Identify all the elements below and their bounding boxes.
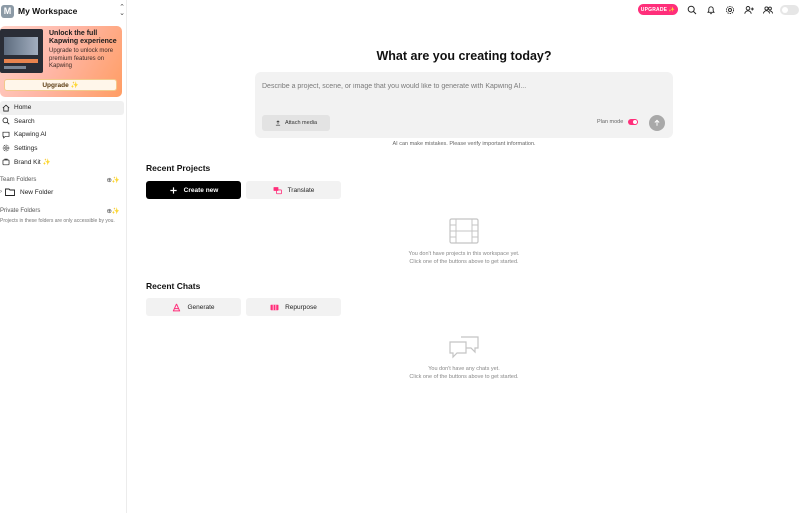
ai-disclaimer: AI can make mistakes. Please verify impo… bbox=[392, 141, 536, 147]
search-icon bbox=[1, 117, 10, 126]
private-folders-label: Private Folders bbox=[0, 208, 41, 214]
repurpose-icon bbox=[270, 303, 279, 312]
projects-empty-line2: Click one of the buttons above to get st… bbox=[409, 259, 519, 265]
send-button[interactable] bbox=[649, 115, 665, 131]
chevron-right-icon[interactable]: › bbox=[0, 189, 2, 195]
projects-empty-message: You don't have projects in this workspac… bbox=[360, 250, 568, 266]
translate-label: Translate bbox=[287, 186, 315, 194]
team-icon[interactable] bbox=[762, 4, 773, 15]
sidebar-item-label: Home bbox=[14, 104, 32, 112]
add-team-folder-icon[interactable]: ⊕✨ bbox=[106, 176, 120, 184]
generate-icon bbox=[172, 303, 181, 312]
add-private-folder-icon[interactable]: ⊕✨ bbox=[106, 207, 120, 215]
add-user-icon[interactable] bbox=[743, 4, 754, 15]
sidebar-item-label: Kapwing AI bbox=[14, 131, 47, 139]
home-icon bbox=[1, 103, 10, 112]
sidebar-item-search[interactable]: Search bbox=[0, 115, 124, 129]
upgrade-promo-card: Unlock the full Kapwing experience Upgra… bbox=[0, 26, 122, 97]
plus-icon bbox=[169, 186, 178, 195]
workspace-avatar: M bbox=[1, 4, 14, 18]
prompt-input[interactable] bbox=[262, 78, 662, 94]
chat-bubbles-icon bbox=[449, 336, 479, 360]
generate-label: Generate bbox=[187, 303, 215, 311]
promo-editor-thumbnail bbox=[0, 29, 43, 73]
sidebar-nav: Home Search Kapwing AI Settings Brand Ki… bbox=[0, 101, 124, 169]
create-new-label: Create new bbox=[183, 186, 219, 194]
page-title: What are you creating today? bbox=[376, 49, 552, 63]
upload-icon bbox=[275, 120, 281, 126]
film-strip-icon bbox=[449, 218, 479, 244]
private-folders-note: Projects in these folders are only acces… bbox=[0, 218, 115, 224]
folder-item-new-folder[interactable]: › New Folder bbox=[0, 188, 53, 196]
plan-mode-label: Plan mode bbox=[597, 119, 624, 125]
recent-projects-title: Recent Projects bbox=[146, 163, 211, 173]
repurpose-button[interactable]: Repurpose bbox=[246, 298, 341, 316]
theme-toggle[interactable] bbox=[780, 5, 799, 15]
sidebar-item-label: Search bbox=[14, 117, 35, 125]
upgrade-button[interactable]: UPGRADE ✨ bbox=[638, 4, 678, 15]
gear-icon bbox=[1, 144, 10, 153]
promo-upgrade-button[interactable]: Upgrade ✨ bbox=[4, 79, 117, 91]
translate-button[interactable]: Translate bbox=[246, 181, 341, 199]
promo-title: Unlock the full Kapwing experience bbox=[49, 30, 117, 45]
workspace-name: My Workspace bbox=[18, 6, 78, 16]
projects-empty-line1: You don't have projects in this workspac… bbox=[408, 251, 520, 257]
generate-button[interactable]: Generate bbox=[146, 298, 241, 316]
search-icon[interactable] bbox=[686, 4, 697, 15]
sidebar-item-settings[interactable]: Settings bbox=[0, 142, 124, 156]
workspace-switcher[interactable]: M My Workspace ⌃ ⌄ bbox=[0, 2, 127, 20]
recent-chats-title: Recent Chats bbox=[146, 281, 201, 291]
team-folders-label: Team Folders bbox=[0, 177, 37, 183]
sidebar-item-kapwing-ai[interactable]: Kapwing AI bbox=[0, 128, 124, 142]
sidebar-item-label: Brand Kit ✨ bbox=[14, 158, 51, 166]
chats-empty-line1: You don't have any chats yet. bbox=[428, 366, 500, 372]
attach-media-label: Attach media bbox=[284, 120, 318, 126]
prompt-box: Attach media Plan mode bbox=[255, 72, 673, 138]
arrow-up-icon bbox=[654, 119, 660, 126]
create-new-button[interactable]: Create new bbox=[146, 181, 241, 199]
repurpose-label: Repurpose bbox=[285, 303, 317, 311]
attach-media-button[interactable]: Attach media bbox=[262, 115, 330, 131]
folder-icon bbox=[5, 188, 15, 196]
sidebar-item-label: Settings bbox=[14, 144, 38, 152]
sidebar: M My Workspace ⌃ ⌄ Unlock the full Kapwin… bbox=[0, 0, 127, 513]
translate-icon bbox=[273, 186, 282, 195]
chat-icon bbox=[1, 130, 10, 139]
folder-label: New Folder bbox=[20, 188, 54, 196]
sidebar-item-home[interactable]: Home bbox=[0, 101, 124, 115]
chats-empty-message: You don't have any chats yet. Click one … bbox=[360, 365, 568, 381]
brand-kit-icon bbox=[1, 157, 10, 166]
plan-mode-toggle[interactable] bbox=[628, 119, 638, 125]
gear-icon[interactable] bbox=[724, 4, 735, 15]
chevron-up-down-icon[interactable]: ⌃ ⌄ bbox=[119, 4, 125, 17]
sidebar-item-brand-kit[interactable]: Brand Kit ✨ bbox=[0, 155, 124, 169]
chats-empty-line2: Click one of the buttons above to get st… bbox=[409, 374, 519, 380]
promo-subtitle: Upgrade to unlock more premium features … bbox=[49, 48, 114, 69]
bell-icon[interactable] bbox=[705, 4, 716, 15]
